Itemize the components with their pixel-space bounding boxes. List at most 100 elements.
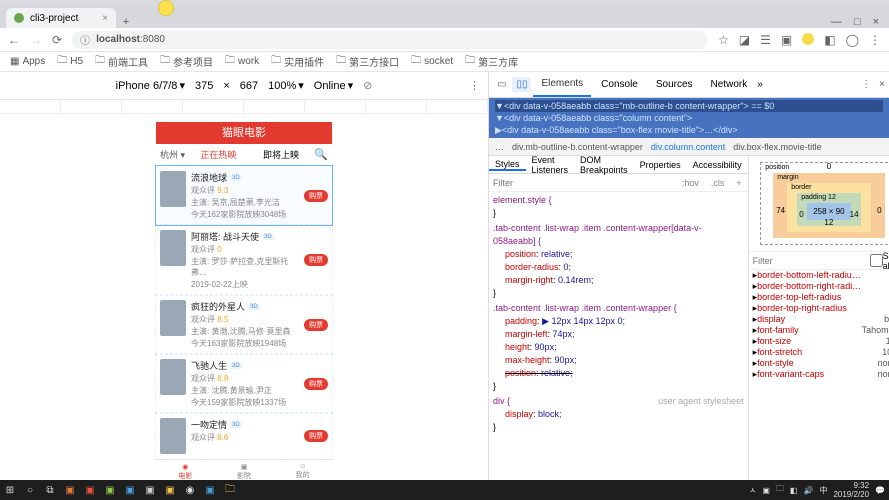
reload-icon[interactable]: ⟳	[52, 33, 62, 47]
menu-icon[interactable]: ⋮	[869, 33, 881, 47]
app-icon[interactable]: ▣	[80, 480, 100, 500]
inspect-icon[interactable]: ▭	[493, 77, 510, 92]
nav-cinema[interactable]: ▣影院	[215, 460, 274, 480]
ext-icon-3[interactable]: ▣	[781, 33, 792, 47]
styles-filter-input[interactable]	[489, 178, 676, 188]
forward-icon[interactable]: →	[30, 33, 42, 47]
devtools-menu-icon[interactable]: ⋮	[861, 79, 871, 90]
address-bar: ← → ⟳ ⓘ localhost:8080 ☆ ◪ ☰ ▣ ◧ ◯ ⋮	[0, 28, 889, 52]
show-all-checkbox[interactable]	[870, 254, 883, 267]
chrome-icon[interactable]: ◉	[180, 480, 200, 500]
movie-item[interactable]: 流浪地球3D观众评 9.3主演: 吴京,屈楚萧,李光洁今天162家影院放映304…	[156, 166, 332, 225]
app-icon[interactable]: ▣	[160, 480, 180, 500]
start-icon[interactable]: ⊞	[0, 480, 20, 500]
tab-coming-soon[interactable]: 即将上映	[252, 148, 311, 161]
windows-taskbar: ⊞ ○ ⧉ ▣ ▣ ▣ ▣ ▣ ▣ ◉ ▣ 🗀 ㅅ ▣ 🗀 ◧ 🔊 中 9:32…	[0, 480, 889, 500]
star-icon[interactable]: ☆	[718, 33, 729, 47]
minimize-icon[interactable]: ―	[831, 16, 842, 28]
buy-button[interactable]: 购票	[304, 430, 328, 442]
buy-button[interactable]: 购票	[304, 254, 328, 266]
bookmark-folder[interactable]: 🗀 实用插件	[271, 53, 324, 70]
buy-button[interactable]: 购票	[304, 378, 328, 390]
close-tab-icon[interactable]: ×	[102, 13, 108, 24]
app-icon[interactable]: ▣	[100, 480, 120, 500]
device-mode-icon[interactable]: ▯▯	[512, 77, 531, 92]
app-icon[interactable]: ▣	[60, 480, 80, 500]
buy-button[interactable]: 购票	[304, 190, 328, 202]
url-input[interactable]: ⓘ localhost:8080	[72, 31, 708, 49]
devtools-close-icon[interactable]: ×	[879, 79, 885, 90]
tray-icon[interactable]: ㅅ	[749, 485, 756, 496]
tray-icon[interactable]: 🗀	[776, 483, 784, 497]
subtab-listeners[interactable]: Event Listeners	[526, 156, 575, 175]
bookmark-folder[interactable]: 🗀 work	[225, 53, 259, 70]
tab-console[interactable]: Console	[593, 72, 646, 97]
tab-elements[interactable]: Elements	[533, 72, 591, 97]
subtab-properties[interactable]: Properties	[634, 160, 687, 170]
bookmark-folder[interactable]: 🗀 H5	[57, 53, 83, 70]
height-input[interactable]: 667	[240, 80, 258, 92]
vscode-icon[interactable]: ▣	[200, 480, 220, 500]
tab-now-showing[interactable]: 正在热映	[189, 148, 248, 161]
zoom-select[interactable]: 100% ▾	[268, 79, 304, 92]
tab-sources[interactable]: Sources	[648, 72, 701, 97]
ext-yellow-icon[interactable]	[802, 33, 814, 45]
box-model: 0 74 0 0 14 258 × 90 12	[749, 156, 889, 252]
ext-icon-4[interactable]: ◧	[824, 33, 835, 47]
subtab-dom-bp[interactable]: DOM Breakpoints	[574, 156, 634, 175]
bookmark-folder[interactable]: 🗀 socket	[411, 53, 453, 70]
apps-button[interactable]: ▦ Apps	[10, 56, 45, 67]
nav-movie[interactable]: ◉电影	[156, 460, 215, 480]
bookmark-folder[interactable]: 🗀 参考项目	[160, 53, 213, 70]
tray-icon[interactable]: 🔊	[803, 486, 813, 495]
cursor-highlight	[158, 0, 174, 16]
dom-tree[interactable]: ▼<div data-v-058aeabb class="mb-outline-…	[489, 98, 889, 138]
device-menu-icon[interactable]: ⋮	[469, 79, 480, 92]
search-icon[interactable]: ○	[20, 480, 40, 500]
close-window-icon[interactable]: ×	[873, 16, 879, 28]
new-tab-button[interactable]: +	[116, 16, 136, 28]
bookmark-folder[interactable]: 🗀 第三方库	[465, 53, 518, 70]
more-tabs-icon[interactable]: »	[757, 79, 763, 90]
new-rule-icon[interactable]: +	[730, 178, 747, 188]
computed-filter-input[interactable]	[753, 256, 870, 266]
movie-item[interactable]: 一吻定情3D观众评 8.6购票	[156, 413, 332, 459]
computed-properties[interactable]: ▸ border-bottom-left-radiu…0px▸ border-b…	[749, 270, 889, 380]
ime-icon[interactable]: 中	[819, 485, 827, 496]
app-icon[interactable]: ▣	[140, 480, 160, 500]
rotate-icon[interactable]: ⊘	[363, 79, 372, 92]
width-input[interactable]: 375	[195, 80, 213, 92]
tab-network[interactable]: Network	[703, 72, 756, 97]
cls-toggle[interactable]: .cls	[705, 178, 731, 188]
buy-button[interactable]: 购票	[304, 319, 328, 331]
notifications-icon[interactable]: 💬	[875, 486, 885, 495]
breadcrumb[interactable]: … div.mb-outline-b.content-wrapper div.c…	[489, 138, 889, 156]
hov-toggle[interactable]: :hov	[676, 178, 705, 188]
subtab-styles[interactable]: Styles	[489, 159, 526, 171]
movie-item[interactable]: 阿丽塔: 战斗天使3D观众评 0主演: 罗莎·萨拉查,克里斯托弗…2019-02…	[156, 225, 332, 295]
bookmarks-bar: ▦ Apps 🗀 H5 🗀 前端工具 🗀 参考项目 🗀 work 🗀 实用插件 …	[0, 52, 889, 72]
movie-item[interactable]: 飞驰人生3D观众评 8.8主演: 沈腾,黄景瑜,尹正今天159家影院放映1337…	[156, 354, 332, 413]
nav-mine[interactable]: ☺我的	[273, 460, 332, 480]
browser-tab[interactable]: cli3-project ×	[6, 8, 116, 28]
explorer-icon[interactable]: 🗀	[220, 480, 240, 500]
profile-icon[interactable]: ◯	[846, 33, 859, 47]
back-icon[interactable]: ←	[8, 33, 20, 47]
movie-item[interactable]: 疯狂的外星人3D观众评 8.5主演: 黄渤,沈腾,马修·莫里森今天163家影院放…	[156, 295, 332, 354]
css-rules[interactable]: element.style {}.tab-content .list-wrap …	[489, 192, 748, 480]
movie-poster	[160, 418, 186, 454]
ext-icon[interactable]: ◪	[739, 33, 750, 47]
device-select[interactable]: iPhone 6/7/8 ▾	[116, 79, 185, 92]
network-select[interactable]: Online ▾	[314, 79, 353, 92]
subtab-accessibility[interactable]: Accessibility	[687, 160, 748, 170]
bookmark-folder[interactable]: 🗀 第三方接口	[336, 53, 399, 70]
tray-icon[interactable]: ◧	[790, 486, 798, 495]
maximize-icon[interactable]: □	[854, 16, 861, 28]
ext-icon-2[interactable]: ☰	[760, 33, 771, 47]
taskview-icon[interactable]: ⧉	[40, 480, 60, 500]
tray-icon[interactable]: ▣	[762, 486, 770, 495]
bookmark-folder[interactable]: 🗀 前端工具	[95, 53, 148, 70]
app-icon[interactable]: ▣	[120, 480, 140, 500]
city-select[interactable]: 杭州 ▾	[160, 148, 185, 161]
search-icon[interactable]: 🔍	[314, 148, 328, 161]
